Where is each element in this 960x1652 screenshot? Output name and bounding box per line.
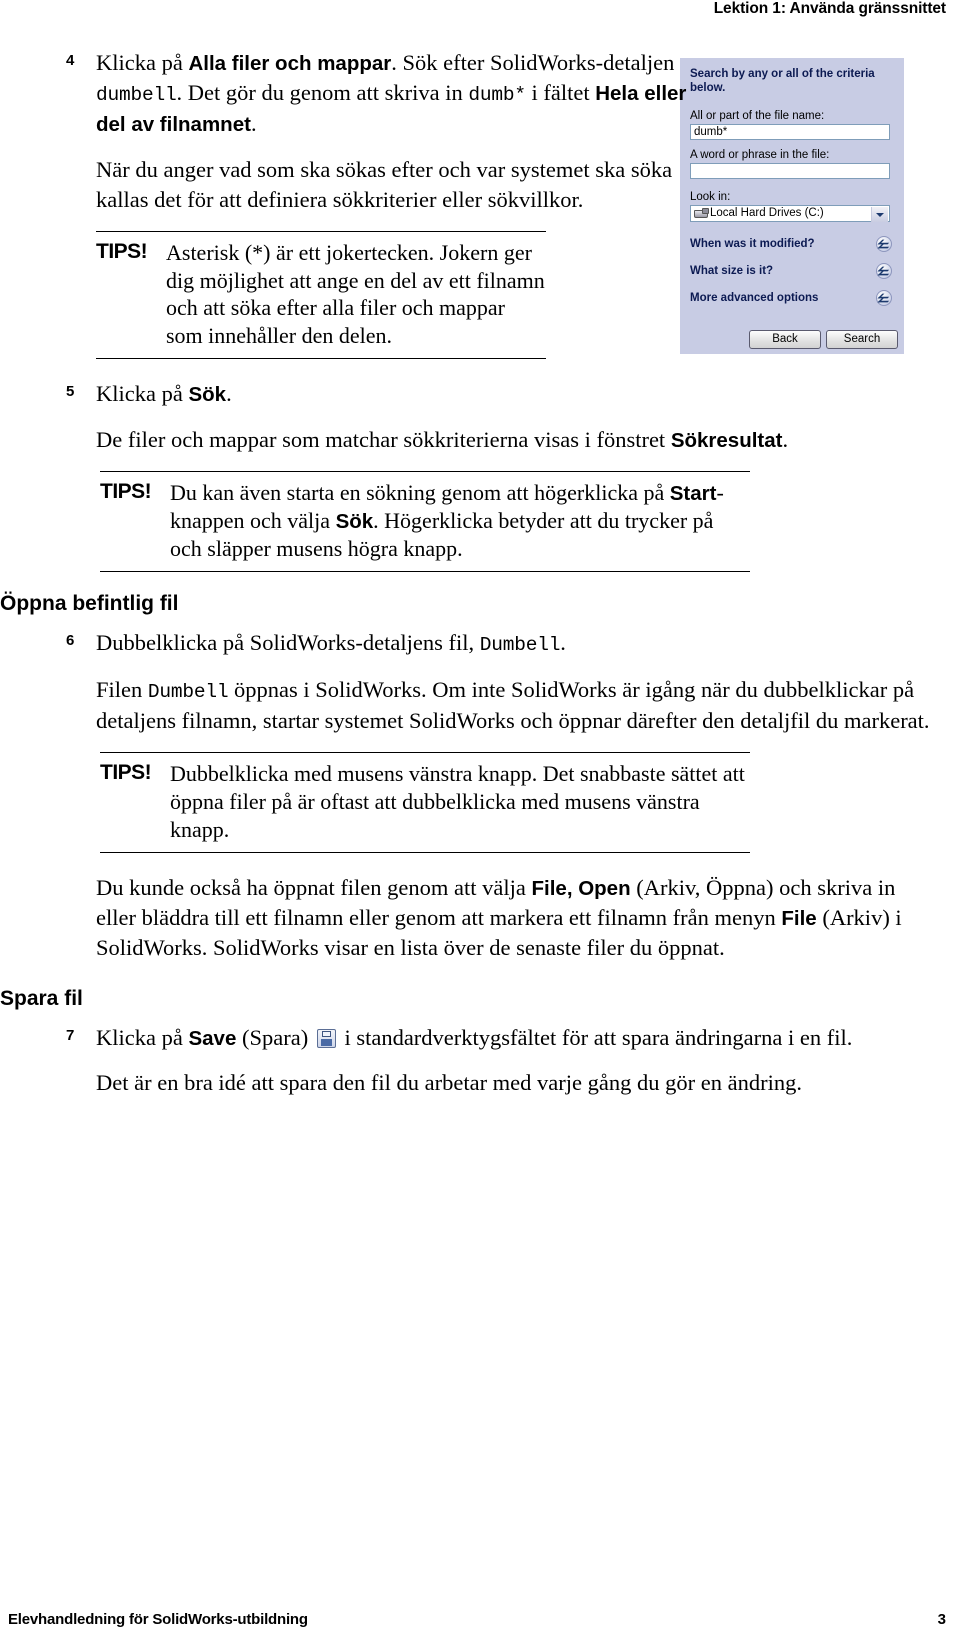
text-run: Du kunde också ha öppnat filen genom att… bbox=[96, 874, 532, 900]
save-floppy-icon bbox=[316, 1028, 336, 1048]
tip-3-label: TIPS! bbox=[100, 760, 152, 784]
text-run: . bbox=[782, 427, 789, 453]
text-run: Du kan även starta en sökning genom att … bbox=[170, 480, 670, 506]
bold-start: Start bbox=[669, 482, 717, 506]
step-4-paragraph-1: Klicka på Alla filer och mappar. Sök eft… bbox=[96, 48, 696, 139]
bold-file: File bbox=[781, 906, 817, 930]
document-page: Lektion 1: Använda gränssnittet Search b… bbox=[0, 0, 960, 1652]
text-run: . Det gör du genom att skriva in bbox=[176, 79, 469, 105]
text-run: De filer och mappar som matchar sökkrite… bbox=[96, 427, 671, 453]
step-6: 6 Dubbelklicka på SolidWorks-detaljens f… bbox=[0, 628, 960, 962]
step-7-paragraph-1: Klicka på Save (Spara) i standardverktyg… bbox=[96, 1023, 946, 1053]
tip-2-text: Du kan även starta en sökning genom att … bbox=[170, 480, 724, 561]
text-run: . bbox=[226, 381, 232, 407]
step-4: 4 Klicka på Alla filer och mappar. Sök e… bbox=[0, 48, 960, 360]
bold-sok: Sök bbox=[335, 510, 374, 534]
text-run: Klicka på bbox=[96, 50, 189, 75]
footer-title: Elevhandledning för SolidWorks-utbildnin… bbox=[8, 1611, 308, 1628]
text-run: Klicka på bbox=[96, 1024, 189, 1050]
step-6-number: 6 bbox=[66, 632, 75, 650]
mono-dumbell: dumbell bbox=[96, 83, 177, 106]
step-4-number: 4 bbox=[66, 52, 75, 69]
step-7-paragraph-2: Det är en bra idé att spara den fil du a… bbox=[96, 1070, 802, 1096]
step-5: 5 Klicka på Sök. De filer och mappar som… bbox=[0, 379, 960, 573]
text-run: Filen bbox=[96, 677, 148, 703]
step-6-paragraph-2: Filen Dumbell öppnas i SolidWorks. Om in… bbox=[96, 675, 936, 736]
mono-dumbell: Dumbell bbox=[147, 681, 229, 704]
bold-sok: Sök bbox=[188, 383, 227, 407]
tip-3-text: Dubbelklicka med musens vänstra knapp. D… bbox=[170, 760, 745, 842]
text-run: i fältet bbox=[525, 79, 596, 105]
tip-block-2: TIPS! Du kan även starta en sökning geno… bbox=[100, 471, 750, 573]
bold-sokresultat: Sökresultat bbox=[670, 429, 783, 453]
bold-file-open: File, Open bbox=[531, 876, 631, 900]
step-5-paragraph-1: Klicka på Sök. bbox=[96, 379, 936, 409]
text-run: i standardverktygsfältet för att spara ä… bbox=[338, 1024, 853, 1050]
step-7-number: 7 bbox=[66, 1026, 75, 1044]
tip-1-text: Asterisk (*) är ett jokertecken. Jokern … bbox=[166, 239, 545, 349]
step-4-paragraph-2: När du anger vad som ska sökas efter och… bbox=[96, 156, 673, 212]
text-run: . bbox=[250, 110, 257, 136]
text-run: . bbox=[560, 630, 566, 656]
mono-dumbell: Dumbell bbox=[479, 634, 561, 657]
tip-1-label: TIPS! bbox=[96, 239, 148, 263]
step-5-paragraph-2: De filer och mappar som matchar sökkrite… bbox=[96, 425, 936, 455]
bold-save: Save bbox=[188, 1026, 237, 1050]
step-7: 7 Klicka på Save (Spara) i standardverkt… bbox=[0, 1023, 960, 1099]
tip-2-label: TIPS! bbox=[100, 480, 152, 504]
section-heading-open-existing-file: Öppna befintlig fil bbox=[0, 592, 179, 616]
closing-paragraph: Du kunde också ha öppnat filen genom att… bbox=[96, 873, 906, 963]
step-5-number: 5 bbox=[66, 383, 75, 401]
running-head: Lektion 1: Använda gränssnittet bbox=[713, 0, 946, 17]
step-6-paragraph-1: Dubbelklicka på SolidWorks-detaljens fil… bbox=[96, 628, 936, 659]
page-content: 4 Klicka på Alla filer och mappar. Sök e… bbox=[0, 48, 960, 1114]
footer-page-number: 3 bbox=[937, 1611, 946, 1628]
section-heading-save-file: Spara fil bbox=[0, 986, 83, 1010]
text-run: Dubbelklicka på SolidWorks-detaljens fil… bbox=[96, 630, 480, 656]
tip-block-3: TIPS! Dubbelklicka med musens vänstra kn… bbox=[100, 751, 750, 853]
tip-block-1: TIPS! Asterisk (*) är ett jokertecken. J… bbox=[96, 230, 546, 360]
bold-alla-filer-och-mappar: Alla filer och mappar bbox=[188, 52, 392, 75]
text-run: . Sök efter SolidWorks-detaljen bbox=[391, 50, 675, 75]
text-run: (Spara) bbox=[236, 1024, 314, 1050]
mono-dumb-star: dumb* bbox=[468, 83, 526, 106]
text-run: Klicka på bbox=[96, 381, 189, 407]
